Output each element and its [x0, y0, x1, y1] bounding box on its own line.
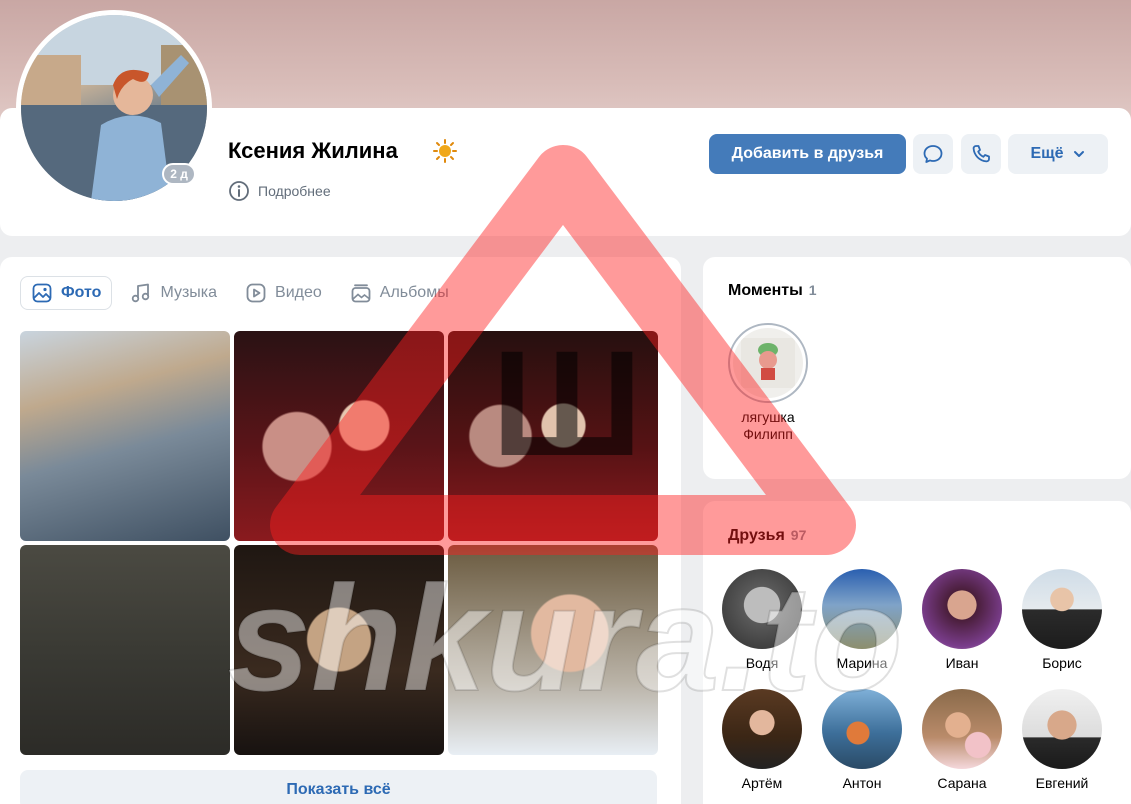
- friend-avatar: [722, 689, 802, 769]
- tab-label: Фото: [61, 284, 102, 301]
- photo-thumbnail[interactable]: [234, 545, 444, 755]
- friend-item[interactable]: Марина: [822, 569, 902, 671]
- friend-item[interactable]: Борис: [1022, 569, 1102, 671]
- friends-title-row[interactable]: Друзья 97: [728, 527, 806, 545]
- albums-icon: [351, 284, 371, 303]
- friend-name: Водя: [745, 655, 779, 671]
- photo-thumbnail[interactable]: [448, 331, 658, 541]
- friend-avatar: [722, 569, 802, 649]
- profile-details-link[interactable]: Подробнее: [228, 180, 331, 202]
- details-label: Подробнее: [258, 183, 331, 199]
- photo-grid: [20, 331, 658, 755]
- show-all-photos-button[interactable]: Показать всё: [20, 770, 657, 804]
- tab-label: Альбомы: [379, 284, 449, 301]
- more-button[interactable]: Ещё: [1008, 134, 1108, 174]
- friend-avatar: [1022, 569, 1102, 649]
- sun-status-icon[interactable]: [433, 139, 457, 163]
- friend-item[interactable]: Иван: [922, 569, 1002, 671]
- add-friend-button[interactable]: Добавить в друзья: [709, 134, 906, 174]
- friend-avatar: [1022, 689, 1102, 769]
- moments-title: Моменты: [728, 282, 803, 299]
- media-tabs: Фото Музыка Видео Альбомы: [20, 276, 459, 310]
- moments-title-row[interactable]: Моменты 1: [728, 282, 817, 300]
- friend-item[interactable]: Водя: [722, 569, 802, 671]
- info-icon: [229, 181, 249, 201]
- call-button[interactable]: [961, 134, 1001, 174]
- photo-thumbnail[interactable]: [20, 545, 230, 755]
- tab-label: Музыка: [160, 284, 218, 301]
- photo-icon: [32, 283, 52, 303]
- photo-thumbnail[interactable]: [448, 545, 658, 755]
- friend-avatar: [822, 689, 902, 769]
- tab-label: Видео: [275, 284, 322, 301]
- moment-item[interactable]: лягушка Филипп: [728, 323, 808, 443]
- photo-thumbnail[interactable]: [234, 331, 444, 541]
- video-icon: [246, 283, 266, 303]
- chevron-down-icon: [1073, 151, 1084, 157]
- friends-count: 97: [790, 527, 807, 543]
- tab-photos[interactable]: Фото: [20, 276, 113, 310]
- friend-name: Марина: [836, 655, 888, 671]
- friend-avatar: [922, 689, 1002, 769]
- tab-music[interactable]: Музыка: [120, 276, 227, 310]
- friend-item[interactable]: Артём: [722, 689, 802, 791]
- friend-name: Антон: [842, 775, 882, 791]
- online-status-badge: 2 д: [162, 163, 196, 185]
- friend-item[interactable]: Евгений: [1022, 689, 1102, 791]
- friend-avatar: [922, 569, 1002, 649]
- friend-item[interactable]: Антон: [822, 689, 902, 791]
- friend-name: Артём: [741, 775, 783, 791]
- photo-thumbnail[interactable]: [20, 331, 230, 541]
- more-label: Ещё: [1030, 145, 1064, 162]
- music-icon: [132, 283, 150, 303]
- moment-caption: лягушка Филипп: [741, 409, 795, 442]
- friend-name: Сарана: [937, 775, 987, 791]
- message-icon: [923, 145, 943, 163]
- tab-video[interactable]: Видео: [235, 276, 332, 310]
- friend-name: Иван: [945, 655, 979, 671]
- friend-name: Евгений: [1035, 775, 1089, 791]
- message-button[interactable]: [913, 134, 953, 174]
- profile-name: Ксения Жилина: [228, 138, 398, 163]
- moments-count: 1: [808, 282, 817, 298]
- friends-title: Друзья: [728, 527, 785, 544]
- friend-item[interactable]: Сарана: [922, 689, 1002, 791]
- friend-avatar: [822, 569, 902, 649]
- tab-albums[interactable]: Альбомы: [340, 276, 459, 310]
- phone-icon: [972, 145, 990, 163]
- moment-avatar: [728, 323, 808, 403]
- friend-name: Борис: [1042, 655, 1082, 671]
